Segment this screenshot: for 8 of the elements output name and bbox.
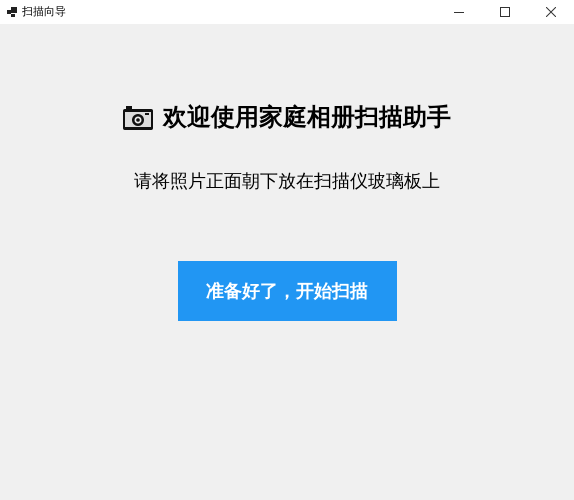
app-icon — [7, 7, 17, 17]
instruction-text: 请将照片正面朝下放在扫描仪玻璃板上 — [134, 170, 440, 193]
maximize-icon[interactable] — [500, 7, 510, 17]
close-icon[interactable] — [546, 7, 556, 17]
start-scan-button[interactable]: 准备好了，开始扫描 — [178, 261, 396, 321]
camera-icon — [123, 106, 153, 130]
welcome-heading: 欢迎使用家庭相册扫描助手 — [163, 103, 451, 133]
window-title: 扫描向导 — [22, 4, 66, 20]
